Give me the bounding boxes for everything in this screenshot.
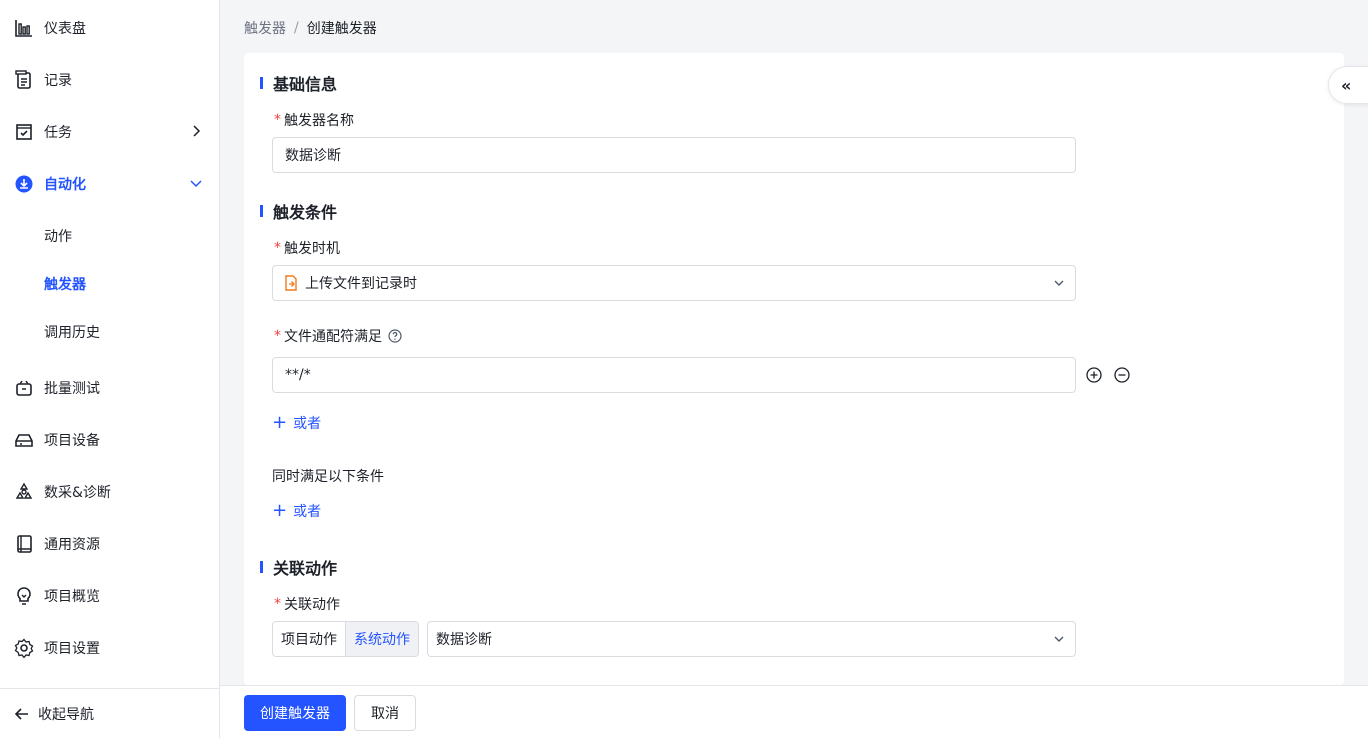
sidebar-item-label: 项目设置 [44, 641, 100, 657]
trigger-name-label: * 触发器名称 [274, 110, 354, 130]
sidebar-item-dashboard[interactable]: 仪表盘 [0, 2, 219, 54]
file-upload-icon [285, 275, 297, 291]
trigger-name-label-text: 触发器名称 [284, 113, 354, 129]
sidebar-item-record[interactable]: 记录 [0, 54, 219, 106]
wildcard-label: * 文件通配符满足 [274, 326, 402, 346]
sidebar-item-label: 任务 [44, 125, 72, 141]
chevron-down-icon [1054, 280, 1064, 286]
sidebar-item-label: 项目设备 [44, 433, 100, 449]
sidebar-subitem-history[interactable]: 调用历史 [0, 308, 219, 356]
record-icon [14, 70, 34, 90]
collapse-panel-button[interactable]: « [1328, 66, 1368, 104]
sidebar-item-label: 项目概览 [44, 589, 100, 605]
section-title-basic: 基础信息 [260, 71, 337, 95]
create-trigger-button[interactable]: 创建触发器 [244, 695, 346, 731]
sidebar-item-label: 自动化 [44, 177, 86, 193]
required-mark: * [274, 240, 281, 256]
also-conditions-label: 同时满足以下条件 [272, 469, 384, 485]
help-icon[interactable] [388, 329, 402, 343]
segment-system-action[interactable]: 系统动作 [346, 622, 418, 656]
collapse-nav-label: 收起导航 [38, 706, 94, 723]
dashboard-icon [14, 18, 34, 38]
action-type-segmented: 项目动作 系统动作 [272, 621, 419, 657]
sidebar-item-batch-test[interactable]: 批量测试 [0, 362, 219, 414]
wildcard-label-text: 文件通配符满足 [284, 329, 382, 345]
automation-icon [14, 174, 34, 194]
trigger-timing-value: 上传文件到记录时 [305, 276, 417, 292]
required-mark: * [274, 112, 281, 128]
form-card: 基础信息 * 触发器名称 数据诊断 触发条件 * 触发时机 上传文件到记录时 *… [244, 53, 1344, 685]
cancel-button[interactable]: 取消 [354, 695, 416, 731]
trigger-name-input[interactable]: 数据诊断 [272, 137, 1076, 173]
sidebar-item-label: 通用资源 [44, 537, 100, 553]
double-chevron-left-icon: « [1341, 75, 1352, 95]
diagnosis-icon [14, 482, 34, 502]
device-icon [14, 430, 34, 450]
breadcrumb-current: 创建触发器 [306, 21, 377, 37]
chevron-down-icon [1054, 636, 1064, 642]
sidebar-item-label: 仪表盘 [44, 21, 86, 37]
sidebar-subitem-action[interactable]: 动作 [0, 212, 219, 260]
segment-project-action[interactable]: 项目动作 [273, 622, 346, 656]
sidebar-item-settings[interactable]: 项目设置 [0, 622, 219, 674]
collapse-nav-button[interactable]: 收起导航 [0, 688, 219, 738]
sidebar-subitem-trigger[interactable]: 触发器 [0, 260, 219, 308]
plus-icon: + [272, 412, 288, 433]
wildcard-input[interactable]: **/* [272, 357, 1076, 393]
related-action-label: * 关联动作 [274, 594, 340, 614]
sidebar-item-automation[interactable]: 自动化 [0, 158, 219, 210]
chevron-right-icon [193, 125, 201, 137]
breadcrumb-parent-link[interactable]: 触发器 [244, 18, 286, 38]
sidebar-item-resource[interactable]: 通用资源 [0, 518, 219, 570]
breadcrumb: 触发器 / 创建触发器 [244, 18, 377, 38]
overview-icon [14, 586, 34, 606]
trigger-timing-label-text: 触发时机 [284, 241, 340, 257]
section-title-action: 关联动作 [260, 555, 337, 579]
required-mark: * [274, 596, 281, 612]
add-or-label: 或者 [293, 416, 322, 432]
section-title-condition: 触发条件 [260, 199, 337, 223]
task-icon [14, 122, 34, 142]
remove-circle-icon[interactable] [1114, 367, 1130, 383]
sidebar-item-overview[interactable]: 项目概览 [0, 570, 219, 622]
resource-icon [14, 534, 34, 554]
add-circle-icon[interactable] [1086, 367, 1102, 383]
add-or-label: 或者 [293, 504, 322, 520]
footer-bar: 创建触发器 取消 [220, 685, 1368, 738]
sidebar-item-label: 批量测试 [44, 381, 100, 397]
chevron-down-icon [190, 180, 202, 188]
sidebar-item-diagnosis[interactable]: 数采&诊断 [0, 466, 219, 518]
sidebar-item-device[interactable]: 项目设备 [0, 414, 219, 466]
sidebar: 仪表盘 记录 任务 自动化 动作 触发器 调用历史 批量测试 项目设备 数采&诊… [0, 0, 220, 738]
sidebar-item-label: 记录 [44, 73, 72, 89]
action-select[interactable]: 数据诊断 [427, 621, 1076, 657]
trigger-timing-select[interactable]: 上传文件到记录时 [272, 265, 1076, 301]
required-mark: * [274, 328, 281, 344]
settings-icon [14, 638, 34, 658]
trigger-timing-label: * 触发时机 [274, 238, 340, 258]
sidebar-item-label: 数采&诊断 [44, 485, 111, 501]
add-or-button-2[interactable]: + 或者 [272, 501, 321, 521]
action-select-value: 数据诊断 [436, 632, 492, 648]
related-action-label-text: 关联动作 [284, 597, 340, 613]
sidebar-item-task[interactable]: 任务 [0, 106, 219, 158]
arrow-left-icon [14, 707, 28, 720]
plus-icon: + [272, 500, 288, 521]
add-or-button[interactable]: + 或者 [272, 413, 321, 433]
batch-test-icon [14, 378, 34, 398]
breadcrumb-separator: / [294, 20, 299, 36]
